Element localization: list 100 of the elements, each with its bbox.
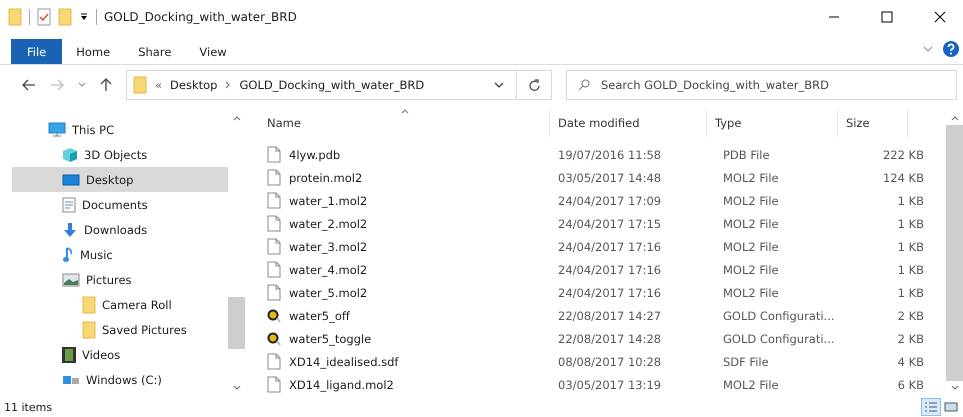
date-cell-text: 22/08/2017 14:27: [557, 308, 662, 324]
file-name-cell[interactable]: protein.mol2: [267, 166, 550, 189]
file-name-cell[interactable]: water_1.mol2: [267, 189, 550, 212]
ribbon-tab[interactable]: File: [11, 39, 62, 64]
search-field[interactable]: Search GOLD_Docking_with_water_BRD: [566, 70, 957, 100]
size-cell-text: 1 KB: [896, 192, 925, 210]
close-icon: [934, 11, 946, 23]
nav-item[interactable]: Camera Roll: [12, 292, 228, 317]
date-cell-text: 08/08/2017 10:28: [557, 354, 662, 370]
desktop-icon: [62, 172, 80, 186]
cube-icon: [62, 146, 78, 162]
nav-item[interactable]: Documents: [12, 192, 228, 217]
checklist-icon[interactable]: [37, 8, 51, 26]
scroll-down-icon[interactable]: [232, 385, 240, 391]
file-name-cell[interactable]: water5_off: [267, 304, 550, 327]
file-name-cell[interactable]: water_3.mol2: [267, 235, 550, 258]
breadcrumb[interactable]: GOLD_Docking_with_water_BRD: [239, 78, 424, 92]
size-cell-text: 2 KB: [896, 330, 925, 348]
music-note-icon: [62, 246, 74, 262]
config-file-icon: [267, 332, 281, 346]
file-name-cell[interactable]: water_4.mol2: [267, 258, 550, 281]
size-cell-text: 4 KB: [896, 354, 925, 370]
date-cell-text: 24/04/2017 17:16: [557, 238, 662, 256]
nav-item[interactable]: Windows (C:): [12, 367, 228, 392]
type-cell-text: MOL2 File: [722, 216, 780, 232]
maximize-icon: [881, 11, 893, 23]
date-cell-text: 24/04/2017 17:09: [557, 192, 662, 210]
date-cell-text: 24/04/2017 17:16: [557, 284, 662, 302]
size-cell-text: 2 KB: [896, 308, 925, 324]
column-header[interactable]: Name: [267, 109, 550, 137]
nav-item[interactable]: Downloads: [12, 217, 228, 242]
scroll-up-icon[interactable]: [232, 115, 240, 121]
help-icon[interactable]: [943, 41, 959, 57]
file-icon: [267, 376, 281, 393]
date-cell-text: 03/05/2017 13:19: [557, 376, 662, 394]
back-arrow-icon[interactable]: [22, 79, 36, 91]
breadcrumb[interactable]: Desktop: [170, 78, 218, 92]
folder-icon: [82, 320, 96, 338]
nav-item[interactable]: This PC: [12, 117, 228, 142]
scroll-down-icon[interactable]: [950, 385, 958, 391]
size-cell-text: 6 KB: [896, 376, 925, 394]
drive-icon: [62, 374, 80, 386]
type-cell-text: MOL2 File: [722, 238, 780, 256]
sort-caret-icon: [401, 109, 409, 114]
file-name-cell[interactable]: water5_toggle: [267, 327, 550, 350]
type-cell-text: SDF File: [722, 354, 770, 370]
nav-item[interactable]: Desktop: [12, 167, 228, 192]
size-cell-text: 1 KB: [896, 238, 925, 256]
monitor-icon: [48, 122, 66, 138]
nav-item[interactable]: 3D Objects: [12, 142, 228, 167]
size-cell-text: 124 KB: [882, 170, 925, 186]
type-cell-text: MOL2 File: [722, 376, 780, 394]
chevron-right-icon[interactable]: [225, 81, 232, 89]
date-cell-text: 03/05/2017 14:48: [557, 170, 662, 186]
size-cell-text: 1 KB: [896, 262, 925, 278]
file-icon: [267, 146, 281, 163]
file-icon: [267, 215, 281, 232]
file-name-cell[interactable]: XD14_idealised.sdf: [267, 350, 550, 373]
type-cell-text: MOL2 File: [722, 192, 780, 210]
overflow-chevron[interactable]: «: [155, 78, 162, 92]
column-header[interactable]: Date modified: [550, 109, 707, 137]
ribbon-tab[interactable]: Share: [124, 39, 186, 64]
type-cell-text: GOLD Configurati...: [722, 330, 836, 348]
nav-item[interactable]: Saved Pictures: [12, 317, 228, 342]
refresh-icon[interactable]: [529, 78, 541, 92]
window-title: GOLD_Docking_with_water_BRD: [104, 10, 297, 24]
file-name-cell[interactable]: water_2.mol2: [267, 212, 550, 235]
file-icon: [267, 169, 281, 186]
size-cell-text: 222 KB: [882, 146, 925, 164]
file-name-cell[interactable]: 4lyw.pdb: [267, 143, 550, 166]
file-icon: [267, 192, 281, 209]
size-cell-text: 1 KB: [896, 216, 925, 232]
up-arrow-icon[interactable]: [100, 78, 112, 92]
thumbnails-view-icon: [944, 401, 958, 413]
film-icon: [62, 346, 76, 362]
file-name-cell[interactable]: water_5.mol2: [267, 281, 550, 304]
column-header[interactable]: Type: [707, 109, 838, 137]
size-cell-text: 1 KB: [896, 284, 925, 302]
file-name-cell[interactable]: XD14_ligand.mol2: [267, 373, 550, 396]
chevron-down-icon[interactable]: [494, 82, 504, 88]
type-cell-text: MOL2 File: [722, 262, 780, 278]
folder-icon: [82, 296, 96, 314]
nav-item[interactable]: Pictures: [12, 267, 228, 292]
file-icon: [267, 284, 281, 301]
nav-item[interactable]: Music: [12, 242, 228, 267]
type-cell-text: MOL2 File: [722, 284, 780, 302]
ribbon-tab[interactable]: Home: [62, 39, 124, 64]
file-icon: [267, 353, 281, 370]
scroll-up-icon[interactable]: [950, 115, 958, 121]
ribbon-tab[interactable]: View: [185, 39, 241, 64]
date-cell-text: 24/04/2017 17:16: [557, 262, 662, 278]
column-header[interactable]: Size: [838, 109, 908, 137]
scroll-thumb[interactable]: [228, 297, 245, 349]
picture-icon: [62, 272, 80, 286]
type-cell-text: GOLD Configurati...: [722, 308, 836, 324]
dropdown-icon[interactable]: [79, 12, 89, 22]
nav-item[interactable]: Videos: [12, 342, 228, 367]
details-view-button[interactable]: [921, 398, 941, 416]
address-bar[interactable]: « Desktop GOLD_Docking_with_water_BRD: [126, 70, 552, 100]
expand-ribbon-icon[interactable]: [923, 45, 933, 53]
